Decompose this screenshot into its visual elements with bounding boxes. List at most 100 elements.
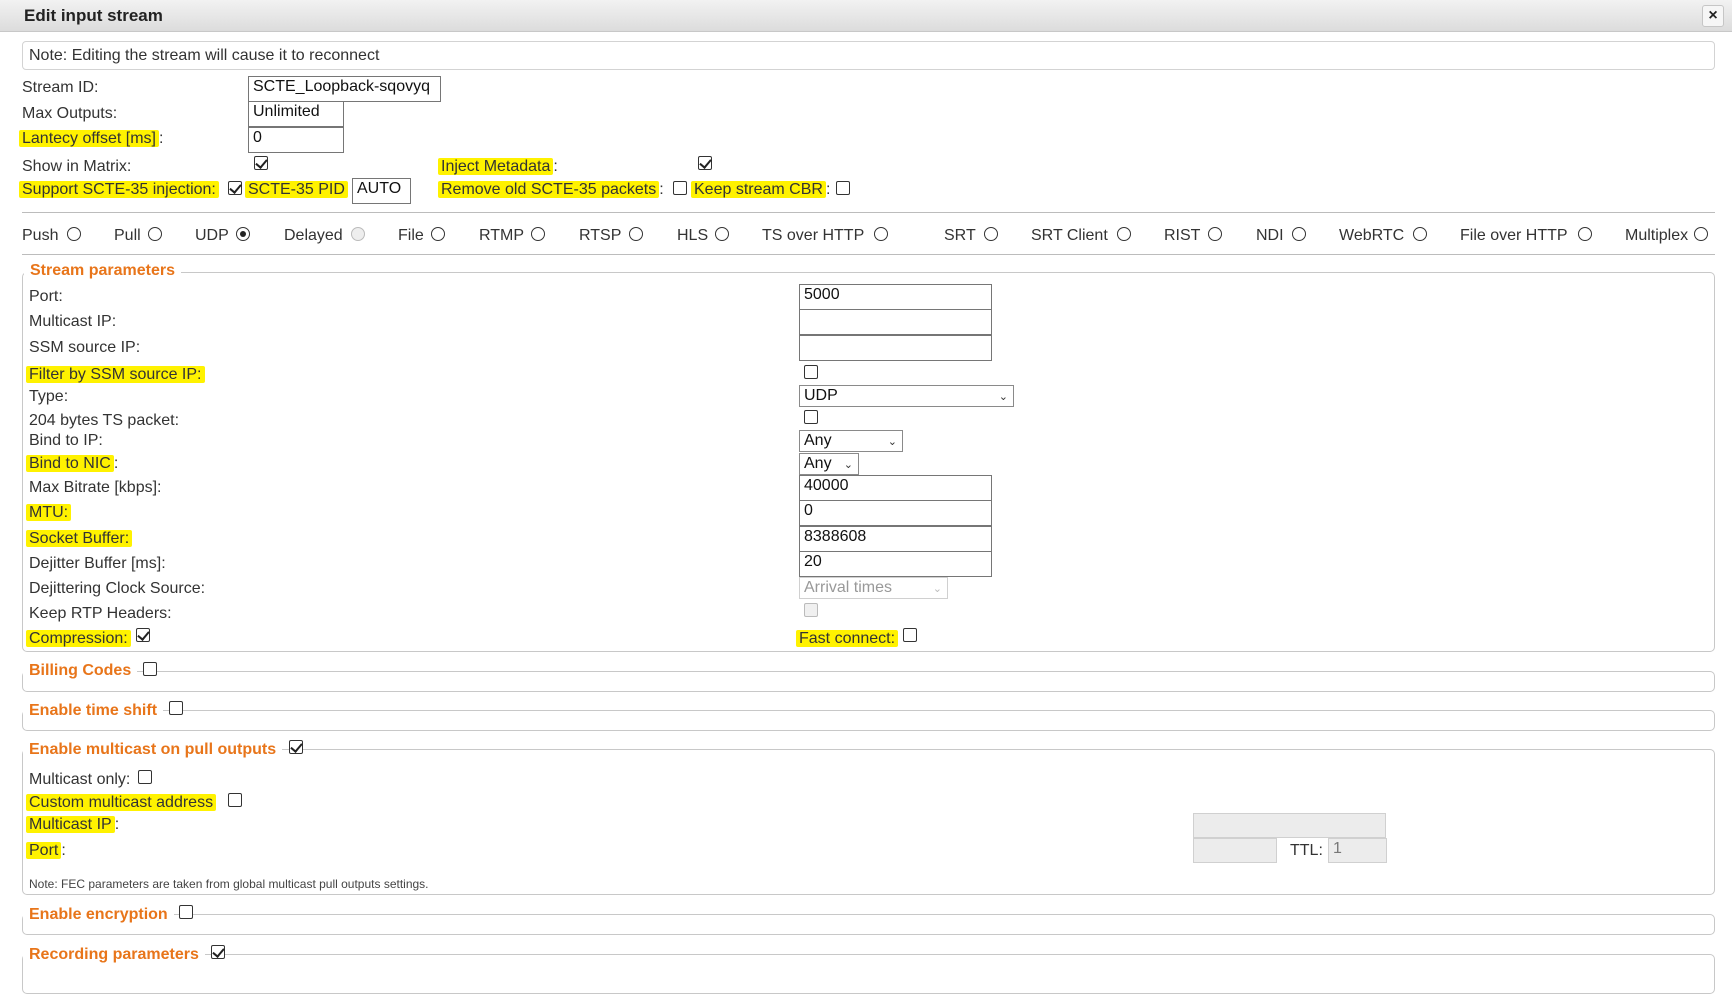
custom-multicast-address-checkbox[interactable]: [228, 793, 242, 807]
protocol-multiplex-radio[interactable]: [1694, 227, 1708, 241]
ssm-source-ip-label: SSM source IP:: [29, 339, 141, 356]
protocol-file-radio[interactable]: [431, 227, 445, 241]
fast-connect-checkbox[interactable]: [903, 628, 917, 642]
fast-connect-label: Fast connect:: [796, 630, 899, 648]
inject-metadata-label: Inject Metadata:: [438, 158, 558, 176]
show-matrix-label: Show in Matrix:: [22, 158, 132, 175]
protocol-push-label: Push: [22, 227, 59, 244]
multicast-ip-label: Multicast IP:: [29, 313, 117, 330]
bind-ip-label: Bind to IP:: [29, 432, 103, 449]
protocol-ts-http-label: TS over HTTP: [762, 227, 865, 244]
support-scte-checkbox[interactable]: [228, 181, 242, 195]
max-outputs-input[interactable]: Unlimited: [248, 101, 344, 127]
port-input[interactable]: 5000: [799, 284, 992, 310]
clock-source-select[interactable]: Arrival times ⌄: [799, 577, 948, 599]
scte-pid-label: SCTE-35 PID: [245, 181, 348, 199]
custom-multicast-address-label: Custom multicast address: [26, 794, 217, 812]
max-bitrate-input[interactable]: 40000: [799, 475, 992, 501]
dialog-titlebar[interactable]: Edit input stream ×: [0, 0, 1732, 32]
chevron-down-icon: ⌄: [998, 391, 1008, 403]
type-select[interactable]: UDP ⌄: [799, 385, 1014, 407]
reconnect-note: Note: Editing the stream will cause it t…: [22, 41, 1715, 70]
bind-ip-select[interactable]: Any ⌄: [799, 430, 903, 452]
max-bitrate-label: Max Bitrate [kbps]:: [29, 479, 162, 496]
protocol-pull-label: Pull: [114, 227, 141, 244]
time-shift-fieldset: [22, 710, 1715, 731]
divider-protocols: [22, 254, 1715, 255]
scte-pid-input[interactable]: AUTO: [352, 178, 411, 204]
protocol-srt-radio[interactable]: [984, 227, 998, 241]
stream-id-input[interactable]: SCTE_Loopback-sqovyq: [248, 76, 441, 102]
protocol-rtsp-label: RTSP: [579, 227, 622, 244]
ssm-source-ip-input[interactable]: [799, 335, 992, 361]
protocol-hls-label: HLS: [677, 227, 709, 244]
protocol-ndi-radio[interactable]: [1292, 227, 1306, 241]
socket-buffer-input[interactable]: 8388608: [799, 526, 992, 552]
billing-codes-legend: Billing Codes: [23, 662, 138, 680]
protocol-delayed-radio[interactable]: [351, 227, 365, 241]
multicast-pull-port-input[interactable]: [1193, 838, 1277, 863]
ts204-checkbox[interactable]: [804, 410, 818, 424]
keep-cbr-label: Keep stream CBR:: [691, 181, 830, 199]
protocol-delayed-label: Delayed: [284, 227, 343, 244]
socket-buffer-label: Socket Buffer:: [26, 530, 133, 548]
multicast-pull-ip-input[interactable]: [1193, 813, 1386, 838]
close-icon[interactable]: ×: [1702, 5, 1724, 27]
mtu-input[interactable]: 0: [799, 500, 992, 526]
protocol-udp-radio[interactable]: [236, 227, 250, 241]
ttl-input[interactable]: 1: [1328, 838, 1387, 863]
protocol-rtsp-radio[interactable]: [629, 227, 643, 241]
protocol-pull-radio[interactable]: [148, 227, 162, 241]
protocol-rist-radio[interactable]: [1208, 227, 1222, 241]
chevron-down-icon: ⌄: [843, 459, 853, 471]
multicast-pull-fieldset: [22, 749, 1715, 895]
protocol-srt-label: SRT: [944, 227, 976, 244]
protocol-webrtc-label: WebRTC: [1339, 227, 1405, 244]
stream-id-label: Stream ID:: [22, 79, 99, 96]
bind-nic-select[interactable]: Any ⌄: [799, 453, 859, 475]
dejitter-buffer-input[interactable]: 20: [799, 551, 992, 577]
recording-checkbox[interactable]: [211, 945, 225, 959]
show-matrix-checkbox[interactable]: [254, 156, 268, 170]
clock-source-label: Dejittering Clock Source:: [29, 580, 206, 597]
multicast-pull-ip-label: Multicast IP:: [26, 816, 119, 834]
protocol-push-radio[interactable]: [67, 227, 81, 241]
max-outputs-label: Max Outputs:: [22, 105, 118, 122]
time-shift-checkbox[interactable]: [169, 701, 183, 715]
filter-ssm-label: Filter by SSM source IP:: [26, 366, 205, 384]
clock-source-select-value: Arrival times: [804, 579, 893, 596]
protocol-file-http-radio[interactable]: [1578, 227, 1592, 241]
recording-fieldset: [22, 954, 1715, 994]
filter-ssm-checkbox[interactable]: [804, 365, 818, 379]
divider-top: [22, 212, 1715, 213]
keep-rtp-checkbox[interactable]: [804, 603, 818, 617]
latency-offset-input[interactable]: 0: [248, 127, 344, 153]
protocol-webrtc-radio[interactable]: [1413, 227, 1427, 241]
remove-old-scte-label: Remove old SCTE-35 packets:: [438, 181, 664, 199]
support-scte-label: Support SCTE-35 injection:: [19, 181, 219, 199]
remove-old-scte-checkbox[interactable]: [673, 181, 687, 195]
protocol-ts-http-radio[interactable]: [874, 227, 888, 241]
keep-cbr-checkbox[interactable]: [836, 181, 850, 195]
protocol-srt-client-label: SRT Client: [1031, 227, 1108, 244]
protocol-srt-client-radio[interactable]: [1117, 227, 1131, 241]
time-shift-legend: Enable time shift: [23, 702, 164, 720]
multicast-pull-checkbox[interactable]: [289, 740, 303, 754]
encryption-fieldset: [22, 914, 1715, 935]
multicast-only-checkbox[interactable]: [138, 770, 152, 784]
encryption-checkbox[interactable]: [179, 905, 193, 919]
billing-codes-checkbox[interactable]: [143, 662, 157, 676]
port-label: Port:: [29, 288, 63, 305]
ts204-label: 204 bytes TS packet:: [29, 412, 180, 429]
multicast-ip-input[interactable]: [799, 309, 992, 335]
inject-metadata-checkbox[interactable]: [698, 156, 712, 170]
protocol-hls-radio[interactable]: [715, 227, 729, 241]
recording-legend: Recording parameters: [23, 946, 205, 964]
protocol-udp-label: UDP: [195, 227, 229, 244]
protocol-rtmp-radio[interactable]: [531, 227, 545, 241]
type-select-value: UDP: [804, 387, 838, 404]
dejitter-buffer-label: Dejitter Buffer [ms]:: [29, 555, 166, 572]
protocol-file-label: File: [398, 227, 424, 244]
compression-checkbox[interactable]: [136, 628, 150, 642]
encryption-legend: Enable encryption: [23, 906, 174, 924]
